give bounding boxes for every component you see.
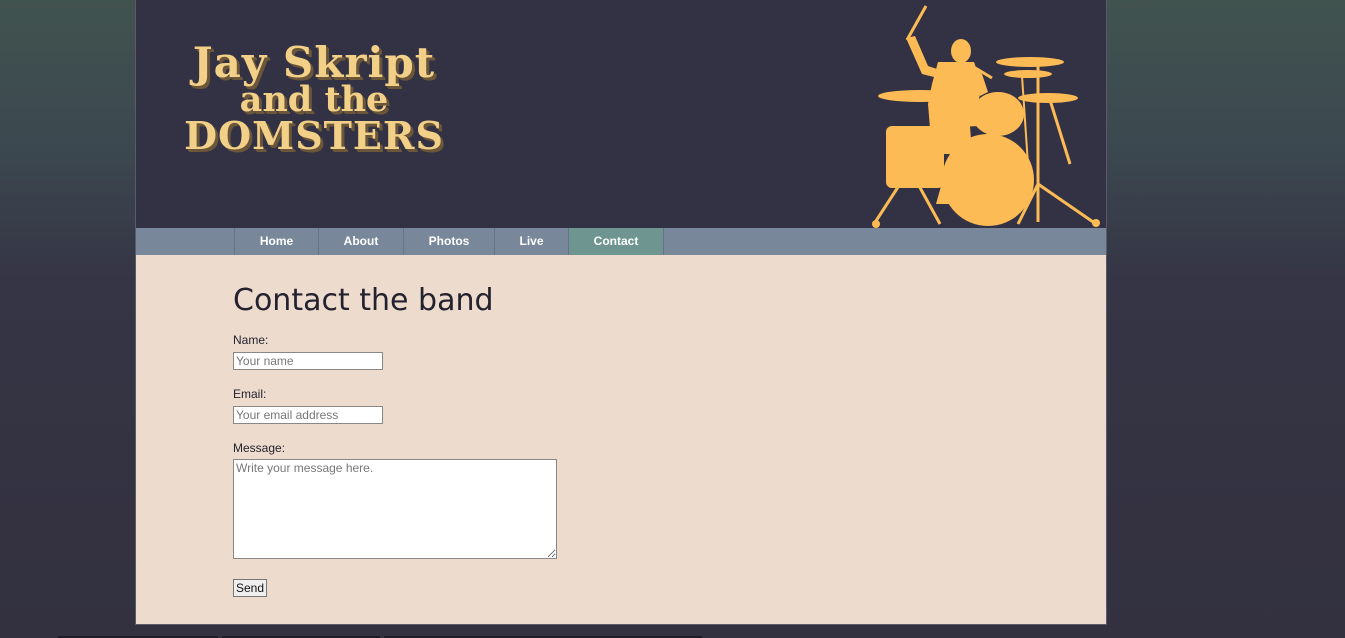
site-header: Jay Skript and the DOMSTERS <box>136 0 1106 228</box>
email-label: Email: <box>233 387 267 401</box>
nav-list: Home About Photos Live Contact <box>234 228 664 255</box>
logo-line-2: and the <box>239 79 389 120</box>
name-input[interactable] <box>233 352 383 370</box>
nav-item-photos[interactable]: Photos <box>404 228 495 255</box>
band-logo[interactable]: Jay Skript and the DOMSTERS <box>174 42 454 155</box>
nav-item-home[interactable]: Home <box>235 228 319 255</box>
page-container: Jay Skript and the DOMSTERS Home About P… <box>135 0 1107 625</box>
drummer-silhouette-icon <box>872 5 1100 228</box>
email-input[interactable] <box>233 406 383 424</box>
nav-item-live[interactable]: Live <box>495 228 569 255</box>
name-label: Name: <box>233 333 269 347</box>
message-textarea[interactable] <box>233 459 557 559</box>
send-button[interactable]: Send <box>233 579 268 597</box>
nav-item-contact[interactable]: Contact <box>569 228 664 255</box>
nav-item-about[interactable]: About <box>319 228 404 255</box>
message-label: Message: <box>233 441 286 455</box>
page-title: Contact the band <box>233 283 494 318</box>
logo-line-1: Jay Skript <box>192 38 436 87</box>
logo-line-3: DOMSTERS <box>184 113 444 158</box>
main-nav: Home About Photos Live Contact <box>136 228 1106 255</box>
